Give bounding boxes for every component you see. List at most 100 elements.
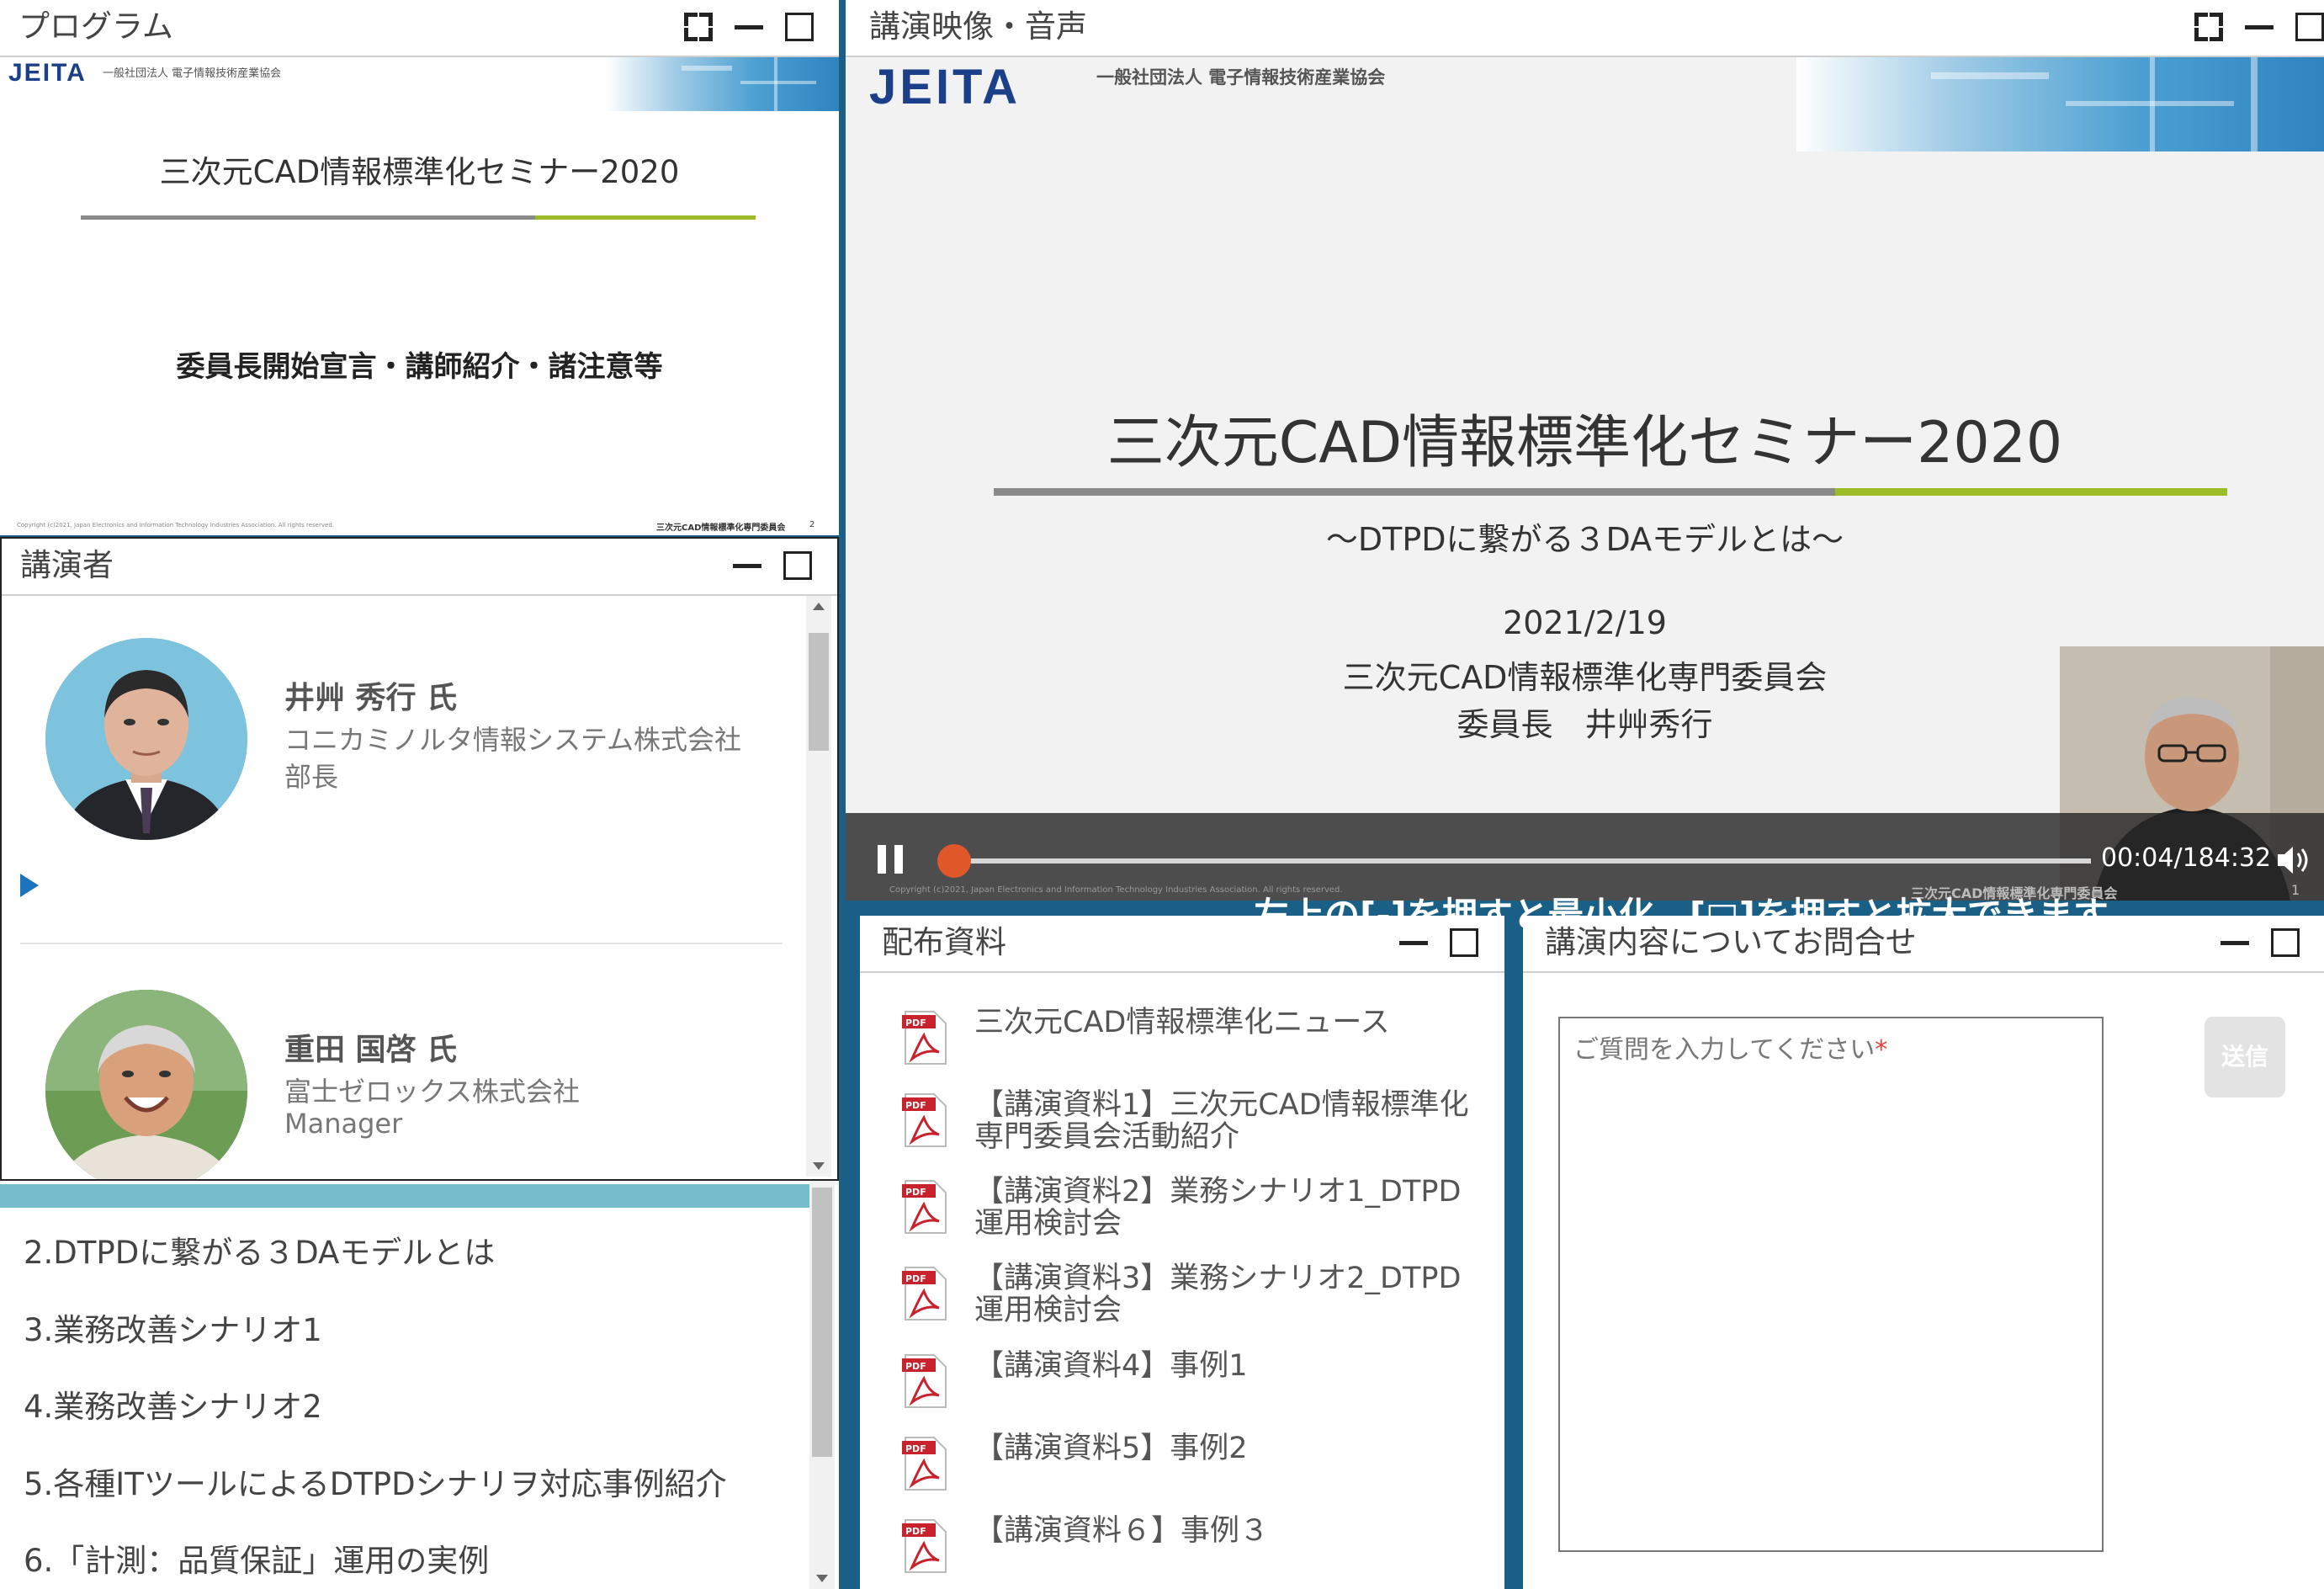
pause-icon xyxy=(878,845,886,874)
program-slide-subject: 委員長開始宣言・講師紹介・諸注意等 xyxy=(176,350,663,384)
agenda-item[interactable]: 6.「計測：品質保証」運用の実例 xyxy=(24,1535,489,1581)
heading-rule-lime xyxy=(535,215,756,220)
svg-text:PDF: PDF xyxy=(905,1187,926,1198)
pause-button[interactable] xyxy=(876,845,906,875)
pdf-icon: PDF xyxy=(902,1519,947,1573)
speaker-divider xyxy=(20,943,783,944)
document-link[interactable]: PDF 【講演資料1】三次元CAD情報標準化専門委員会活動紹介 xyxy=(883,1089,1496,1160)
speaker-photo xyxy=(45,638,247,840)
heading-rule-gray xyxy=(81,215,535,220)
scroll-thumb[interactable] xyxy=(809,633,829,751)
agenda-scrollbar[interactable] xyxy=(809,1181,835,1589)
speaker-position: Manager xyxy=(284,1108,403,1140)
maximize-button[interactable] xyxy=(1450,928,1478,957)
speakers-panel-title: 講演者 xyxy=(20,547,114,583)
question-field[interactable]: ご質問を入力してください* xyxy=(1558,1017,2104,1552)
progress-handle[interactable] xyxy=(936,844,971,878)
progress-track[interactable] xyxy=(936,844,2091,878)
minimize-button[interactable] xyxy=(735,24,763,29)
scroll-down-icon[interactable] xyxy=(813,1162,825,1170)
expand-triangle-icon[interactable] xyxy=(20,874,39,897)
document-label: 【講演資料2】業務シナリオ1_DTPD運用検討会 xyxy=(974,1175,1462,1241)
speakers-panel-header: 講演者 xyxy=(2,539,837,596)
minimize-button[interactable] xyxy=(2245,24,2274,29)
speaker-name: 井艸 秀行 氏 xyxy=(284,681,458,715)
program-slide-footer: 三次元CAD情報標準化専門委員会 xyxy=(656,523,786,533)
document-label: 三次元CAD情報標準化ニュース xyxy=(974,1006,1390,1039)
document-link[interactable]: PDF 三次元CAD情報標準化ニュース xyxy=(883,1006,1496,1069)
video-slide-heading: 三次元CAD情報標準化セミナー2020 xyxy=(1106,410,2063,476)
program-panel: プログラム JEITA 一般社団法人 電子情報技術産業協会 三次元CAD情報標準… xyxy=(0,0,839,535)
required-mark: * xyxy=(1875,1035,1888,1065)
program-slide-page: 2 xyxy=(809,520,815,529)
minimize-button[interactable] xyxy=(2221,940,2249,945)
speaker-position: 部長 xyxy=(284,761,339,793)
agenda-item[interactable]: 3.業務改善シナリオ1 xyxy=(24,1305,322,1350)
speaker-company: 富士ゼロックス株式会社 xyxy=(284,1076,581,1108)
inquiry-panel-title: 講演内容についてお問合せ xyxy=(1545,924,1917,960)
agenda-item[interactable]: 4.業務改善シナリオ2 xyxy=(24,1381,322,1427)
maximize-button[interactable] xyxy=(2295,13,2324,41)
document-link[interactable]: PDF 【講演資料5】事例2 xyxy=(883,1432,1496,1495)
svg-text:PDF: PDF xyxy=(905,1273,926,1284)
speakers-panel: 講演者 井艸 秀行 氏 コニカミノルタ情報システム株式会社 部長 重田 国啓 氏… xyxy=(0,537,839,1181)
document-link[interactable]: PDF 【講演資料2】業務シナリオ1_DTPD運用検討会 xyxy=(883,1175,1496,1246)
document-link[interactable]: PDF 【講演資料６】事例３ xyxy=(883,1515,1496,1577)
document-label: 【講演資料3】業務シナリオ2_DTPD運用検討会 xyxy=(974,1262,1462,1327)
heading-rule-gray xyxy=(994,488,1835,496)
video-slide-subtitle: ～DTPDに繋がる３DAモデルとは～ xyxy=(1325,521,1844,558)
agenda-item[interactable]: 5.各種ITツールによるDTPDシナリヲ対応事例紹介 xyxy=(24,1459,727,1504)
speaker-photo xyxy=(45,990,247,1179)
video-slide-date: 2021/2/19 xyxy=(1503,604,1667,641)
send-button[interactable]: 送信 xyxy=(2205,1017,2285,1097)
video-panel-title: 講演映像・音声 xyxy=(869,8,1087,45)
inquiry-panel: 講演内容についてお問合せ ご質問を入力してください* 送信 xyxy=(1523,916,2324,1589)
volume-icon[interactable] xyxy=(2276,843,2313,877)
question-placeholder: ご質問を入力してください* xyxy=(1573,1028,1887,1066)
video-slide-page: 1 xyxy=(2291,882,2300,898)
placeholder-text: ご質問を入力してください xyxy=(1573,1035,1876,1065)
org-name: 一般社団法人 電子情報技術産業協会 xyxy=(1096,67,1386,88)
program-panel-title: プログラム xyxy=(19,8,173,45)
document-link[interactable]: PDF 【講演資料3】業務シナリオ2_DTPD運用検討会 xyxy=(883,1262,1496,1333)
svg-text:PDF: PDF xyxy=(905,1361,926,1372)
speaker-photo-image xyxy=(45,990,247,1179)
video-panel: 講演映像・音声 JEITA 一般社団法人 電子情報技術産業協会 三次元CAD情報… xyxy=(846,0,2324,901)
scroll-down-icon[interactable] xyxy=(816,1575,828,1582)
speaker-card: 井艸 秀行 氏 コニカミノルタ情報システム株式会社 部長 xyxy=(2,596,837,916)
agenda-item[interactable]: 2.DTPDに繋がる３DAモデルとは xyxy=(24,1227,495,1273)
fullscreen-icon[interactable] xyxy=(2194,13,2223,41)
pdf-icon: PDF xyxy=(902,1267,947,1321)
pdf-icon: PDF xyxy=(902,1180,947,1234)
slide-banner xyxy=(1796,57,2324,151)
svg-text:PDF: PDF xyxy=(905,1443,926,1454)
speaker-card: 重田 国啓 氏 富士ゼロックス株式会社 Manager xyxy=(2,946,837,1179)
scroll-up-icon[interactable] xyxy=(813,603,825,610)
document-link[interactable]: PDF 【講演資料4】事例1 xyxy=(883,1349,1496,1412)
program-slide: JEITA 一般社団法人 電子情報技術産業協会 三次元CAD情報標準化セミナー2… xyxy=(0,57,839,535)
document-label: 【講演資料5】事例2 xyxy=(974,1432,1248,1465)
documents-panel: 配布資料 PDF 三次元CAD情報標準化ニュース PDF 【講演資料1】三次元C… xyxy=(860,916,1504,1589)
scroll-thumb[interactable] xyxy=(812,1188,832,1457)
maximize-button[interactable] xyxy=(2271,928,2300,957)
maximize-button[interactable] xyxy=(783,551,812,580)
jeita-logo: JEITA xyxy=(8,59,87,87)
time-display: 00:04/184:32 xyxy=(2101,843,2272,873)
speaker-name: 重田 国啓 氏 xyxy=(284,1033,458,1067)
minimize-button[interactable] xyxy=(733,563,761,568)
maximize-button[interactable] xyxy=(785,13,814,41)
document-label: 【講演資料4】事例1 xyxy=(974,1349,1248,1383)
pdf-icon: PDF xyxy=(902,1093,947,1147)
heading-rule-lime xyxy=(1835,488,2227,496)
agenda-highlight-bar xyxy=(0,1184,809,1208)
speaker-photo-image xyxy=(45,638,247,840)
inquiry-panel-header: 講演内容についてお問合せ xyxy=(1523,916,2324,973)
pdf-icon: PDF xyxy=(902,1437,947,1491)
documents-panel-title: 配布資料 xyxy=(882,924,1006,960)
pause-icon-bar xyxy=(894,845,903,874)
pdf-icon: PDF xyxy=(902,1011,947,1065)
speakers-scrollbar[interactable] xyxy=(806,596,831,1177)
fullscreen-icon[interactable] xyxy=(684,13,713,41)
pdf-icon: PDF xyxy=(902,1354,947,1408)
minimize-button[interactable] xyxy=(1399,940,1428,945)
